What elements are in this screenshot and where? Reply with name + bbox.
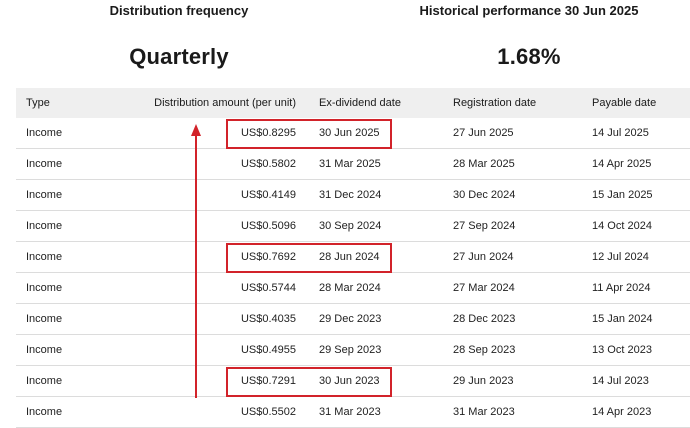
cell-amount: US$0.7291 [240,375,296,387]
cell-ex-dividend: 31 Mar 2025 [319,158,381,170]
cell-amount: US$0.5502 [240,406,296,418]
column-header-payable: Payable date [592,97,657,109]
distribution-frequency-value: Quarterly [129,44,229,69]
cell-ex-dividend: 28 Mar 2024 [319,282,381,294]
distribution-frequency-block: Distribution frequency Quarterly [84,2,274,70]
cell-ex-dividend: 29 Dec 2023 [319,313,382,325]
cell-registration: 30 Dec 2024 [453,189,516,201]
cell-registration: 28 Dec 2023 [453,313,516,325]
cell-type: Income [26,127,63,139]
cell-ex-dividend: 30 Sep 2024 [319,220,382,232]
table-row: Income US$0.7291 30 Jun 2023 29 Jun 2023 14 … [16,366,690,397]
historical-performance-value: 1.68% [497,44,561,69]
table-body: Income US$0.8295 30 Jun 2025 27 Jun 2025 14 … [16,118,690,428]
cell-ex-dividend: 29 Sep 2023 [319,344,382,356]
cell-type: Income [26,313,63,325]
table-header-row: Type Distribution amount (per unit) Ex-d… [16,88,690,118]
historical-performance-block: Historical performance 30 Jun 2025 1.68% [410,2,648,70]
cell-ex-dividend: 30 Jun 2025 [319,127,380,139]
cell-payable: 14 Apr 2023 [592,406,652,418]
cell-type: Income [26,375,63,387]
table-row: Income US$0.5096 30 Sep 2024 27 Sep 2024 14 … [16,211,690,242]
cell-ex-dividend: 31 Mar 2023 [319,406,381,418]
cell-ex-dividend: 30 Jun 2023 [319,375,380,387]
table-row: Income US$0.5802 31 Mar 2025 28 Mar 2025 14 … [16,149,690,180]
cell-registration: 29 Jun 2023 [453,375,514,387]
cell-payable: 11 Apr 2024 [592,282,651,294]
cell-type: Income [26,344,63,356]
distribution-summary: Distribution frequency Quarterly Histori… [0,0,690,88]
table-row: Income US$0.4149 31 Dec 2024 30 Dec 2024 15 … [16,180,690,211]
cell-type: Income [26,282,63,294]
cell-amount: US$0.5096 [240,220,296,232]
cell-payable: 14 Apr 2025 [592,158,652,170]
table-row: Income US$0.4955 29 Sep 2023 28 Sep 2023 13 … [16,335,690,366]
cell-registration: 27 Sep 2024 [453,220,516,232]
column-header-registration: Registration date [453,97,537,109]
cell-type: Income [26,220,63,232]
table-row: Income US$0.5744 28 Mar 2024 27 Mar 2024 11 … [16,273,690,304]
distribution-frequency-label: Distribution frequency [109,3,249,18]
table-row: Income US$0.7692 28 Jun 2024 27 Jun 2024 12 … [16,242,690,273]
cell-payable: 12 Jul 2024 [592,251,649,263]
cell-type: Income [26,406,63,418]
cell-amount: US$0.7692 [240,251,296,263]
cell-payable: 15 Jan 2025 [592,189,653,201]
cell-type: Income [26,189,63,201]
column-header-type: Type [26,97,50,109]
cell-payable: 14 Jul 2023 [592,375,649,387]
table-row: Income US$0.8295 30 Jun 2025 27 Jun 2025 14 … [16,118,690,149]
cell-registration: 28 Mar 2025 [453,158,515,170]
historical-performance-label: Historical performance 30 Jun 2025 [419,3,639,18]
cell-amount: US$0.8295 [240,127,296,139]
cell-registration: 27 Jun 2025 [453,127,514,139]
cell-registration: 27 Jun 2024 [453,251,514,263]
cell-type: Income [26,158,63,170]
cell-payable: 13 Oct 2023 [592,344,652,356]
cell-ex-dividend: 28 Jun 2024 [319,251,380,263]
cell-registration: 31 Mar 2023 [453,406,515,418]
cell-amount: US$0.5802 [240,158,296,170]
cell-type: Income [26,251,63,263]
table-row: Income US$0.5502 31 Mar 2023 31 Mar 2023 14 … [16,397,690,428]
column-header-ex-dividend: Ex-dividend date [319,97,401,109]
cell-payable: 14 Oct 2024 [592,220,652,232]
cell-registration: 28 Sep 2023 [453,344,516,356]
cell-registration: 27 Mar 2024 [453,282,515,294]
cell-payable: 15 Jan 2024 [592,313,653,325]
cell-amount: US$0.5744 [240,282,296,294]
cell-payable: 14 Jul 2025 [592,127,649,139]
cell-amount: US$0.4149 [240,189,296,201]
cell-amount: US$0.4955 [240,344,296,356]
column-header-amount: Distribution amount (per unit) [154,97,296,109]
distribution-table: Type Distribution amount (per unit) Ex-d… [16,88,690,428]
table-row: Income US$0.4035 29 Dec 2023 28 Dec 2023 15 … [16,304,690,335]
cell-ex-dividend: 31 Dec 2024 [319,189,382,201]
cell-amount: US$0.4035 [240,313,296,325]
